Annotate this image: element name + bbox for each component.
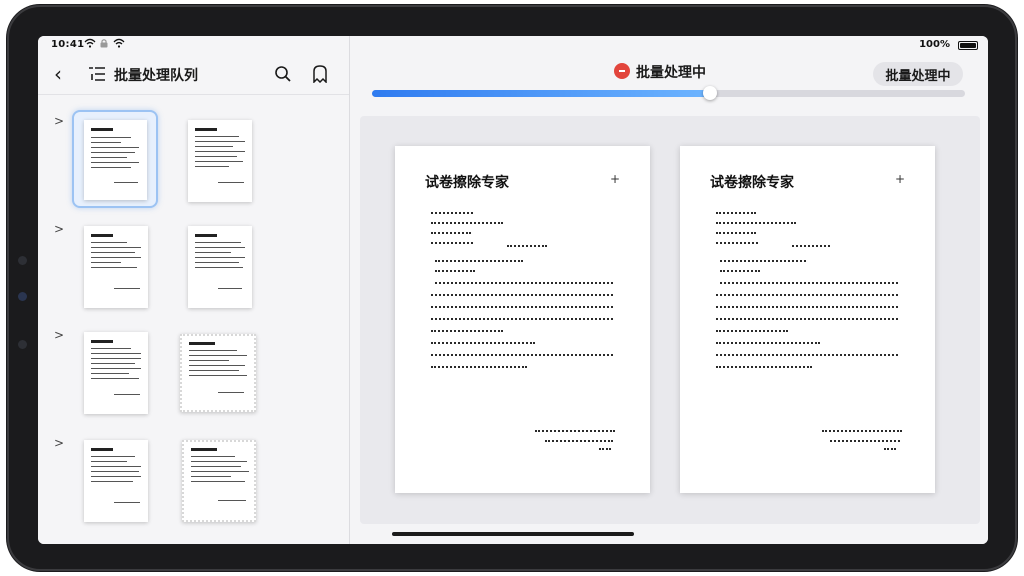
page-thumbnail: [188, 226, 252, 308]
page-thumbnail: [84, 440, 148, 522]
processing-icon: [614, 63, 630, 79]
group-expand-chevron[interactable]: >: [54, 222, 64, 236]
status-time: 10:41: [51, 39, 85, 50]
progress-fill: [372, 90, 710, 97]
queue-item[interactable]: [72, 432, 158, 530]
queue-item[interactable]: [72, 218, 158, 316]
processing-label: 批量处理中: [636, 65, 706, 81]
side-dot: [18, 256, 27, 265]
group-expand-chevron[interactable]: >: [54, 328, 64, 342]
battery-icon: [958, 41, 978, 50]
page-thumbnail: [84, 120, 147, 200]
queue-item[interactable]: [180, 324, 266, 422]
side-dot: [18, 340, 27, 349]
page-title: 试卷擦除专家: [425, 175, 509, 191]
queue-item[interactable]: [180, 110, 266, 208]
wifi-icon: [113, 38, 125, 51]
front-camera-dot: [18, 292, 27, 301]
wifi-icon: [84, 38, 96, 51]
sidebar-title: 批量处理队列: [114, 68, 198, 84]
queue-item[interactable]: [72, 324, 158, 422]
battery-percent: 100%: [919, 39, 950, 50]
lock-icon: [99, 38, 109, 51]
plus-icon[interactable]: +: [895, 172, 905, 186]
preview-area: 试卷擦除专家 + 试卷擦除专家 +: [360, 116, 980, 524]
processing-panel: 批量处理中 批量处理中 试卷擦除专家 + 试卷擦除专家 +: [350, 36, 988, 544]
queue-item[interactable]: [180, 432, 266, 530]
status-bar: 10:41 100%: [38, 36, 988, 56]
queue-item[interactable]: [180, 218, 266, 316]
page-thumbnail: [84, 226, 148, 308]
progress-bar[interactable]: [372, 86, 965, 100]
page-thumbnail-scan: [182, 440, 256, 522]
group-expand-chevron[interactable]: >: [54, 436, 64, 450]
home-indicator[interactable]: [392, 532, 634, 536]
batch-processing-button[interactable]: 批量处理中: [873, 62, 963, 86]
back-icon[interactable]: ‹: [54, 62, 62, 86]
bookmark-icon[interactable]: [312, 65, 328, 87]
preview-page-processed[interactable]: 试卷擦除专家 +: [680, 146, 935, 493]
queue-item-selected[interactable]: [72, 110, 158, 208]
page-thumbnail-scan: [180, 334, 256, 412]
group-expand-chevron[interactable]: >: [54, 114, 64, 128]
queue-list-icon: [88, 66, 106, 86]
screen: ‹ 批量处理队列 > > > > 批量处理中 批量处理中 试卷擦除专家 + 试卷…: [38, 36, 988, 544]
plus-icon[interactable]: +: [610, 172, 620, 186]
search-icon[interactable]: [274, 65, 292, 87]
preview-page-original[interactable]: 试卷擦除专家 +: [395, 146, 650, 493]
page-thumbnail: [84, 332, 148, 414]
page-thumbnail: [188, 120, 252, 202]
page-title: 试卷擦除专家: [710, 175, 794, 191]
queue-sidebar: ‹ 批量处理队列 > > > >: [38, 36, 350, 544]
progress-knob[interactable]: [703, 86, 717, 100]
sidebar-header: ‹ 批量处理队列: [38, 56, 349, 95]
